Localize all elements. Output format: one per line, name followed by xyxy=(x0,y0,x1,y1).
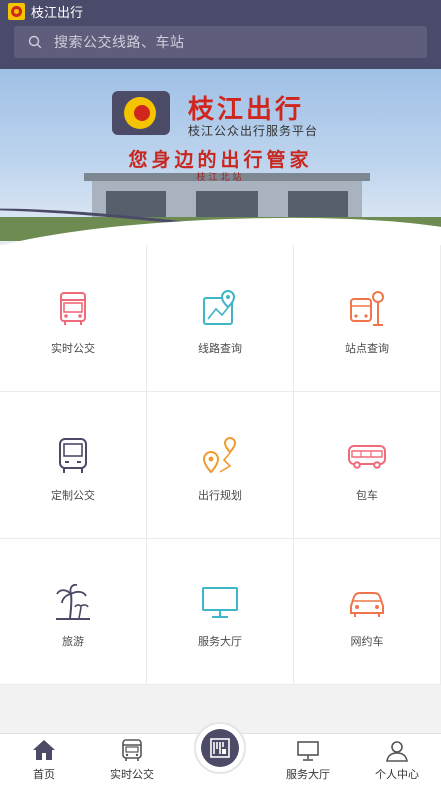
service-label: 包车 xyxy=(356,489,378,502)
service-label: 服务大厅 xyxy=(198,635,242,649)
banner-brand-name: 枝江出行 xyxy=(188,95,305,125)
service-hall[interactable]: 服务大厅 xyxy=(147,538,294,685)
car-icon xyxy=(350,592,384,618)
banner-brand-subtitle: 枝江公众出行服务平台 xyxy=(188,124,319,138)
qr-scan-background xyxy=(201,729,239,767)
service-label: 旅游 xyxy=(62,635,84,649)
bus-stop-icon xyxy=(350,291,384,326)
service-label: 实时公交 xyxy=(51,342,95,355)
service-custom-bus[interactable]: 定制公交 xyxy=(0,392,147,539)
app-title: 枝江出行 xyxy=(31,6,84,21)
header: 搜索公交线路、车站 xyxy=(0,23,441,69)
qr-scan-button[interactable] xyxy=(194,722,246,774)
service-tourism[interactable]: 旅游 xyxy=(0,538,147,685)
search-placeholder: 搜索公交线路、车站 xyxy=(54,35,185,51)
service-grid: 实时公交 线路查询 站点查询 定制公交 出行规划 包车 旅游 服务大厅 网约车 xyxy=(0,245,441,685)
banner-slogan: 您身边的出行管家 xyxy=(128,149,313,171)
tab-profile[interactable]: 个人中心 xyxy=(357,734,437,785)
qr-scan-icon xyxy=(210,738,230,758)
search-icon xyxy=(28,35,42,49)
tab-label: 首页 xyxy=(33,768,55,781)
service-route-query[interactable]: 线路查询 xyxy=(147,245,294,392)
service-ride-hailing[interactable]: 网约车 xyxy=(294,538,441,685)
tab-label: 实时公交 xyxy=(110,768,154,781)
service-label: 定制公交 xyxy=(51,489,95,502)
tab-label: 服务大厅 xyxy=(286,768,330,781)
coach-icon xyxy=(348,445,386,469)
tab-home[interactable]: 首页 xyxy=(4,734,84,785)
custom-bus-icon xyxy=(59,438,87,473)
service-realtime-bus[interactable]: 实时公交 xyxy=(0,245,147,392)
tab-service-hall[interactable]: 服务大厅 xyxy=(268,734,348,785)
service-charter[interactable]: 包车 xyxy=(294,392,441,539)
monitor-icon xyxy=(297,741,319,761)
service-label: 网约车 xyxy=(350,635,384,649)
promo-banner[interactable]: 枝江出行 枝江公众出行服务平台 您身边的出行管家 枝江北站 xyxy=(0,69,441,245)
home-icon xyxy=(33,740,55,760)
service-trip-plan[interactable]: 出行规划 xyxy=(147,392,294,539)
search-input[interactable]: 搜索公交线路、车站 xyxy=(14,26,427,58)
service-label: 出行规划 xyxy=(198,489,242,502)
brand-logo-icon xyxy=(112,91,170,135)
service-stop-query[interactable]: 站点查询 xyxy=(294,245,441,392)
bus-icon xyxy=(60,292,86,325)
bus-icon xyxy=(122,739,142,761)
palm-tree-icon xyxy=(56,584,90,621)
route-map-icon xyxy=(203,289,236,325)
banner-pager xyxy=(0,229,441,245)
trip-plan-icon xyxy=(202,436,237,474)
service-label: 线路查询 xyxy=(198,342,242,355)
app-titlebar: 枝江出行 xyxy=(0,0,441,23)
monitor-icon xyxy=(202,587,238,619)
tab-label: 个人中心 xyxy=(375,768,419,781)
tab-realtime-bus[interactable]: 实时公交 xyxy=(92,734,172,785)
banner-station-sign: 枝江北站 xyxy=(196,173,245,183)
service-label: 站点查询 xyxy=(345,342,389,355)
app-logo-icon xyxy=(8,3,25,20)
user-icon xyxy=(386,741,408,762)
